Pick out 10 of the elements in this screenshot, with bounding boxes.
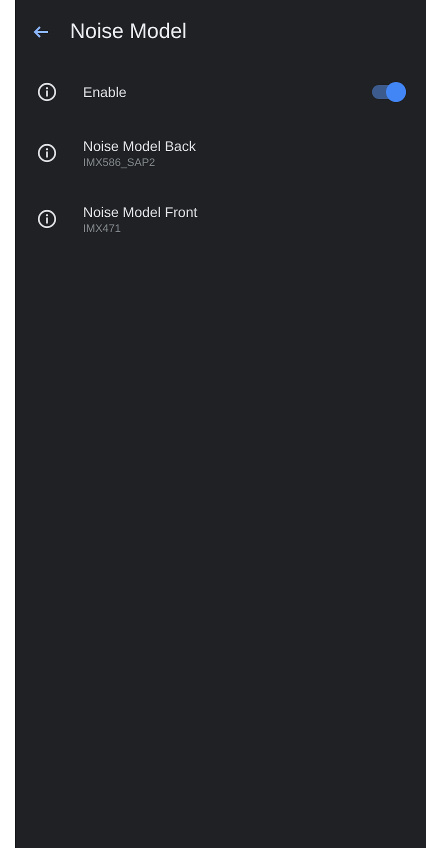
- toggle-switch[interactable]: [372, 82, 406, 102]
- setting-summary: IMX586_SAP2: [83, 156, 156, 168]
- info-icon: [37, 82, 57, 102]
- info-icon: [37, 209, 57, 229]
- setting-title: Enable: [83, 84, 128, 100]
- screen-title: Noise Model: [70, 20, 187, 44]
- setting-summary: IMX471: [83, 222, 122, 234]
- setting-title: Noise Model Back: [83, 138, 197, 154]
- setting-title: Noise Model Front: [83, 204, 198, 220]
- info-icon: [37, 143, 57, 163]
